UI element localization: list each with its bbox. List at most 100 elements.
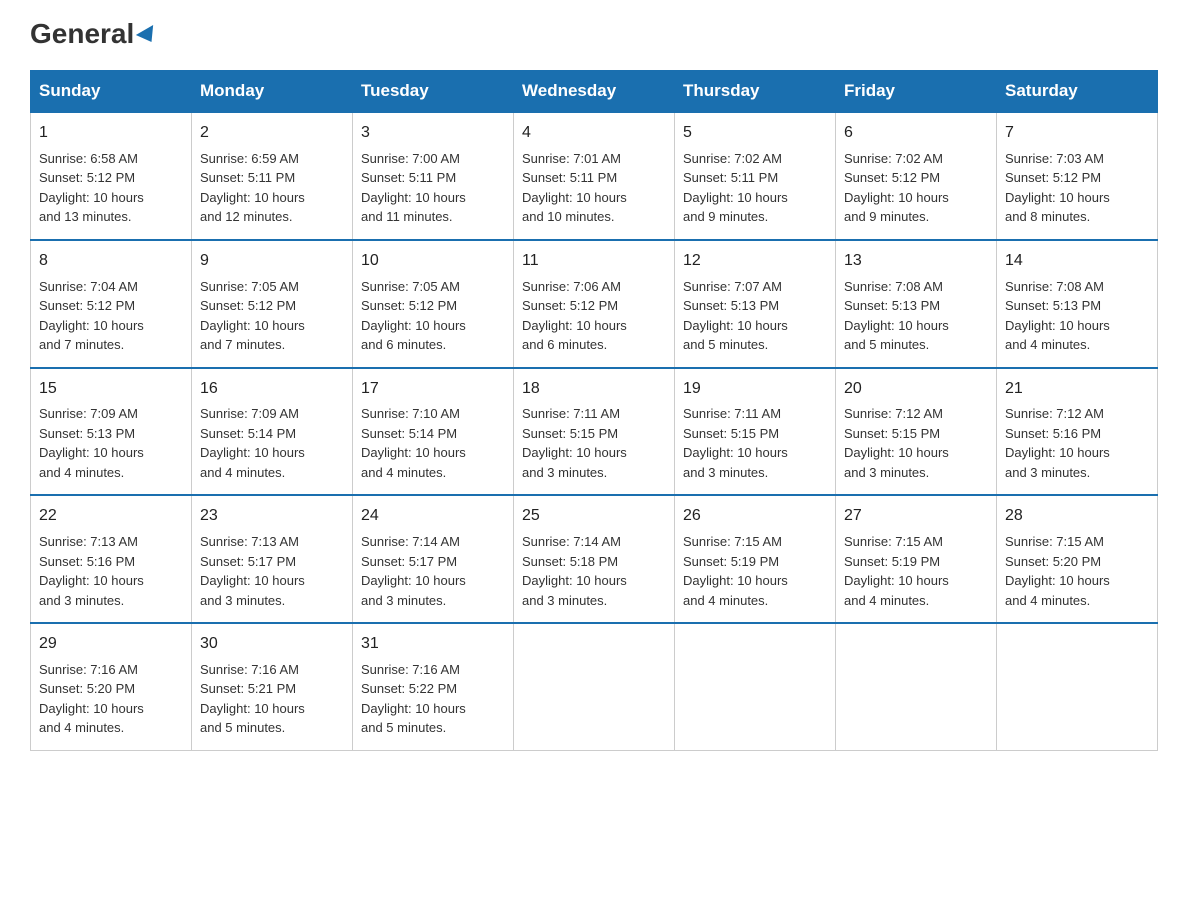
calendar-table: SundayMondayTuesdayWednesdayThursdayFrid… <box>30 70 1158 751</box>
week-row-1: 1 Sunrise: 6:58 AMSunset: 5:12 PMDaylight… <box>31 112 1158 240</box>
day-info: Sunrise: 7:10 AMSunset: 5:14 PMDaylight:… <box>361 404 505 482</box>
calendar-cell: 19Sunrise: 7:11 AMSunset: 5:15 PMDayligh… <box>675 368 836 496</box>
header-saturday: Saturday <box>997 71 1158 113</box>
day-number: 31 <box>361 632 505 657</box>
calendar-cell: 3 Sunrise: 7:00 AMSunset: 5:11 PMDaylight… <box>353 112 514 240</box>
calendar-cell: 28 Sunrise: 7:15 AMSunset: 5:20 PMDayligh… <box>997 495 1158 623</box>
day-number: 30 <box>200 632 344 657</box>
day-number: 24 <box>361 504 505 529</box>
day-number: 27 <box>844 504 988 529</box>
calendar-cell <box>836 623 997 750</box>
logo-text: General <box>30 20 158 48</box>
header-monday: Monday <box>192 71 353 113</box>
day-number: 25 <box>522 504 666 529</box>
day-number: 5 <box>683 121 827 146</box>
day-info: Sunrise: 7:14 AMSunset: 5:17 PMDaylight:… <box>361 532 505 610</box>
header-thursday: Thursday <box>675 71 836 113</box>
day-info: Sunrise: 7:16 AMSunset: 5:22 PMDaylight:… <box>361 660 505 738</box>
day-number: 28 <box>1005 504 1149 529</box>
day-info: Sunrise: 6:58 AMSunset: 5:12 PMDaylight:… <box>39 149 183 227</box>
day-info: Sunrise: 7:02 AMSunset: 5:12 PMDaylight:… <box>844 149 988 227</box>
day-info: Sunrise: 7:09 AMSunset: 5:13 PMDaylight:… <box>39 404 183 482</box>
calendar-cell: 13Sunrise: 7:08 AMSunset: 5:13 PMDayligh… <box>836 240 997 368</box>
calendar-cell: 1 Sunrise: 6:58 AMSunset: 5:12 PMDaylight… <box>31 112 192 240</box>
day-info: Sunrise: 7:13 AMSunset: 5:17 PMDaylight:… <box>200 532 344 610</box>
calendar-cell: 14Sunrise: 7:08 AMSunset: 5:13 PMDayligh… <box>997 240 1158 368</box>
day-number: 20 <box>844 377 988 402</box>
calendar-cell <box>997 623 1158 750</box>
day-number: 22 <box>39 504 183 529</box>
calendar-cell: 16Sunrise: 7:09 AMSunset: 5:14 PMDayligh… <box>192 368 353 496</box>
day-number: 15 <box>39 377 183 402</box>
week-row-2: 8 Sunrise: 7:04 AMSunset: 5:12 PMDaylight… <box>31 240 1158 368</box>
calendar-cell: 21Sunrise: 7:12 AMSunset: 5:16 PMDayligh… <box>997 368 1158 496</box>
day-info: Sunrise: 7:08 AMSunset: 5:13 PMDaylight:… <box>1005 277 1149 355</box>
day-info: Sunrise: 7:02 AMSunset: 5:11 PMDaylight:… <box>683 149 827 227</box>
day-info: Sunrise: 7:04 AMSunset: 5:12 PMDaylight:… <box>39 277 183 355</box>
day-info: Sunrise: 7:15 AMSunset: 5:20 PMDaylight:… <box>1005 532 1149 610</box>
day-info: Sunrise: 7:00 AMSunset: 5:11 PMDaylight:… <box>361 149 505 227</box>
day-number: 11 <box>522 249 666 274</box>
calendar-cell: 8 Sunrise: 7:04 AMSunset: 5:12 PMDaylight… <box>31 240 192 368</box>
day-info: Sunrise: 7:06 AMSunset: 5:12 PMDaylight:… <box>522 277 666 355</box>
day-number: 9 <box>200 249 344 274</box>
day-info: Sunrise: 7:16 AMSunset: 5:21 PMDaylight:… <box>200 660 344 738</box>
day-number: 8 <box>39 249 183 274</box>
day-number: 19 <box>683 377 827 402</box>
day-info: Sunrise: 7:16 AMSunset: 5:20 PMDaylight:… <box>39 660 183 738</box>
week-row-4: 22 Sunrise: 7:13 AMSunset: 5:16 PMDayligh… <box>31 495 1158 623</box>
calendar-cell: 27 Sunrise: 7:15 AMSunset: 5:19 PMDayligh… <box>836 495 997 623</box>
day-number: 26 <box>683 504 827 529</box>
day-info: Sunrise: 7:12 AMSunset: 5:16 PMDaylight:… <box>1005 404 1149 482</box>
calendar-cell: 25 Sunrise: 7:14 AMSunset: 5:18 PMDayligh… <box>514 495 675 623</box>
week-row-3: 15Sunrise: 7:09 AMSunset: 5:13 PMDayligh… <box>31 368 1158 496</box>
header-sunday: Sunday <box>31 71 192 113</box>
calendar-cell: 2 Sunrise: 6:59 AMSunset: 5:11 PMDaylight… <box>192 112 353 240</box>
day-info: Sunrise: 7:09 AMSunset: 5:14 PMDaylight:… <box>200 404 344 482</box>
day-info: Sunrise: 7:05 AMSunset: 5:12 PMDaylight:… <box>361 277 505 355</box>
calendar-cell: 30 Sunrise: 7:16 AMSunset: 5:21 PMDayligh… <box>192 623 353 750</box>
day-number: 29 <box>39 632 183 657</box>
day-number: 16 <box>200 377 344 402</box>
day-number: 10 <box>361 249 505 274</box>
day-number: 2 <box>200 121 344 146</box>
calendar-cell: 18Sunrise: 7:11 AMSunset: 5:15 PMDayligh… <box>514 368 675 496</box>
day-info: Sunrise: 7:03 AMSunset: 5:12 PMDaylight:… <box>1005 149 1149 227</box>
day-info: Sunrise: 7:15 AMSunset: 5:19 PMDaylight:… <box>844 532 988 610</box>
day-number: 6 <box>844 121 988 146</box>
calendar-cell: 20Sunrise: 7:12 AMSunset: 5:15 PMDayligh… <box>836 368 997 496</box>
day-info: Sunrise: 7:12 AMSunset: 5:15 PMDaylight:… <box>844 404 988 482</box>
day-info: Sunrise: 6:59 AMSunset: 5:11 PMDaylight:… <box>200 149 344 227</box>
calendar-cell <box>675 623 836 750</box>
day-number: 7 <box>1005 121 1149 146</box>
calendar-cell: 17Sunrise: 7:10 AMSunset: 5:14 PMDayligh… <box>353 368 514 496</box>
day-number: 1 <box>39 121 183 146</box>
calendar-body: 1 Sunrise: 6:58 AMSunset: 5:12 PMDaylight… <box>31 112 1158 750</box>
day-info: Sunrise: 7:14 AMSunset: 5:18 PMDaylight:… <box>522 532 666 610</box>
header-wednesday: Wednesday <box>514 71 675 113</box>
day-number: 17 <box>361 377 505 402</box>
calendar-cell: 15Sunrise: 7:09 AMSunset: 5:13 PMDayligh… <box>31 368 192 496</box>
day-number: 3 <box>361 121 505 146</box>
page-header: General <box>30 20 1158 50</box>
day-info: Sunrise: 7:01 AMSunset: 5:11 PMDaylight:… <box>522 149 666 227</box>
calendar-cell: 6 Sunrise: 7:02 AMSunset: 5:12 PMDaylight… <box>836 112 997 240</box>
calendar-cell: 31 Sunrise: 7:16 AMSunset: 5:22 PMDayligh… <box>353 623 514 750</box>
calendar-cell: 24 Sunrise: 7:14 AMSunset: 5:17 PMDayligh… <box>353 495 514 623</box>
day-info: Sunrise: 7:15 AMSunset: 5:19 PMDaylight:… <box>683 532 827 610</box>
calendar-cell: 9 Sunrise: 7:05 AMSunset: 5:12 PMDaylight… <box>192 240 353 368</box>
day-number: 23 <box>200 504 344 529</box>
calendar-cell: 7 Sunrise: 7:03 AMSunset: 5:12 PMDaylight… <box>997 112 1158 240</box>
day-info: Sunrise: 7:05 AMSunset: 5:12 PMDaylight:… <box>200 277 344 355</box>
week-row-5: 29 Sunrise: 7:16 AMSunset: 5:20 PMDayligh… <box>31 623 1158 750</box>
calendar-cell: 23 Sunrise: 7:13 AMSunset: 5:17 PMDayligh… <box>192 495 353 623</box>
calendar-cell: 10 Sunrise: 7:05 AMSunset: 5:12 PMDayligh… <box>353 240 514 368</box>
calendar-cell: 26 Sunrise: 7:15 AMSunset: 5:19 PMDayligh… <box>675 495 836 623</box>
day-info: Sunrise: 7:11 AMSunset: 5:15 PMDaylight:… <box>683 404 827 482</box>
day-info: Sunrise: 7:11 AMSunset: 5:15 PMDaylight:… <box>522 404 666 482</box>
calendar-cell: 11 Sunrise: 7:06 AMSunset: 5:12 PMDayligh… <box>514 240 675 368</box>
calendar-cell: 4 Sunrise: 7:01 AMSunset: 5:11 PMDaylight… <box>514 112 675 240</box>
header-friday: Friday <box>836 71 997 113</box>
day-number: 4 <box>522 121 666 146</box>
day-info: Sunrise: 7:13 AMSunset: 5:16 PMDaylight:… <box>39 532 183 610</box>
